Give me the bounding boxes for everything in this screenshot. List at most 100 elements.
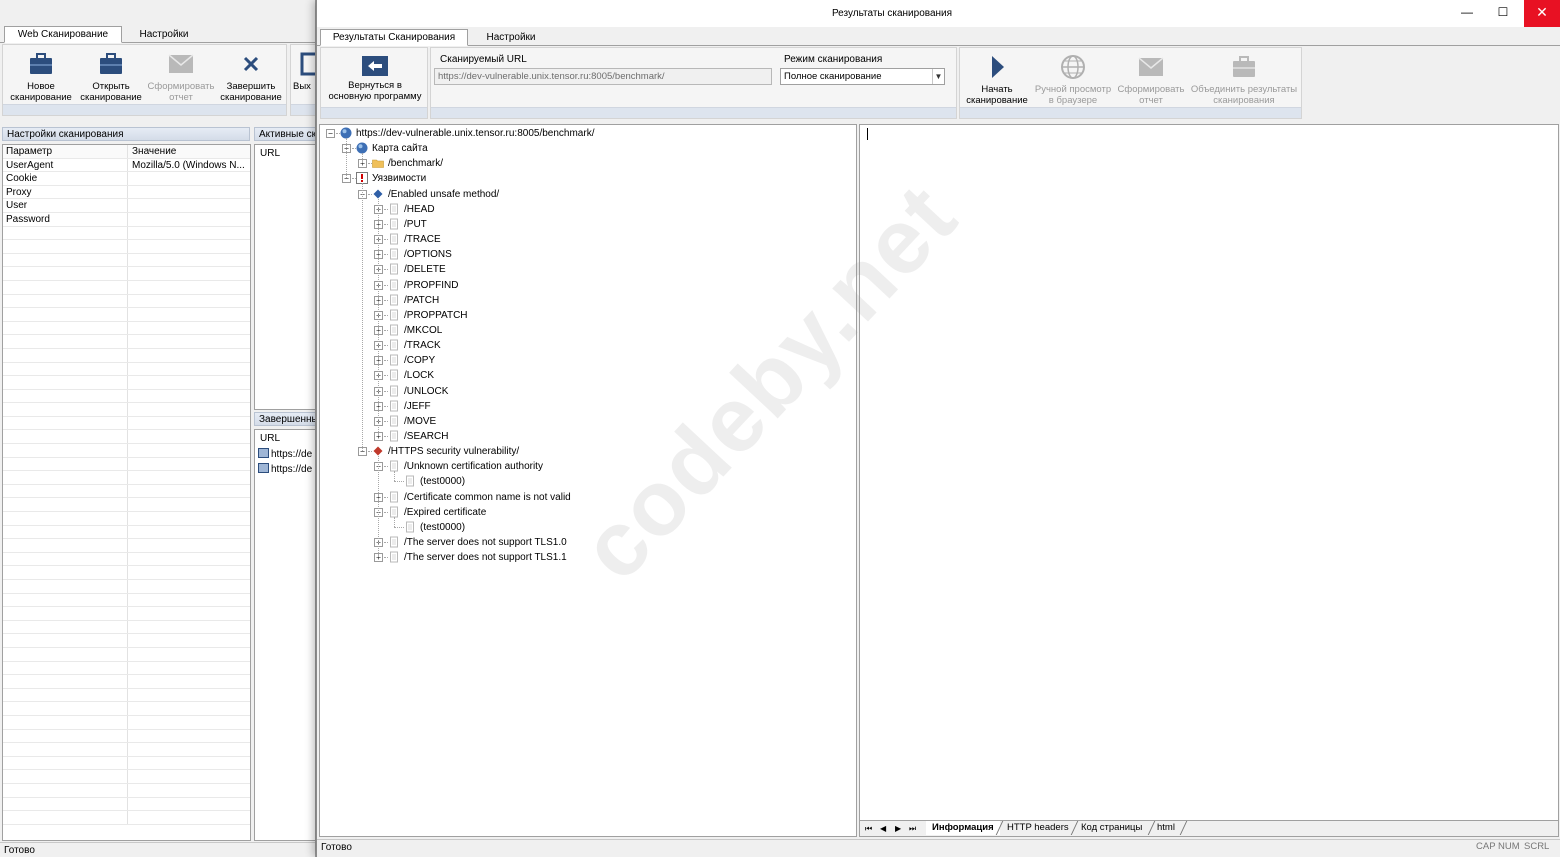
- table-row[interactable]: User: [3, 199, 250, 213]
- num-lock-indicator: NUM: [1498, 841, 1520, 852]
- page-icon: [388, 339, 400, 351]
- tree-node-label: /TRACE: [404, 234, 441, 246]
- table-row[interactable]: Cookie: [3, 172, 250, 186]
- scanned-url-field[interactable]: https://dev-vulnerable.unix.tensor.ru:80…: [434, 68, 772, 85]
- tree-node[interactable]: (test0000): [320, 520, 850, 535]
- fg-tabstrip: Результаты Сканирования Настройки: [317, 27, 1560, 46]
- generate-report-button[interactable]: Сформировать отчет: [1114, 52, 1188, 106]
- window-titlebar[interactable]: Результаты сканирования — ☐ ✕: [317, 0, 1560, 27]
- value-cell[interactable]: [128, 172, 250, 185]
- open-scan-button[interactable]: Открыть сканирование: [75, 49, 147, 103]
- first-tab-icon[interactable]: ⏮: [865, 824, 872, 834]
- column-header-value[interactable]: Значение: [128, 145, 250, 158]
- table-row[interactable]: Proxy: [3, 185, 250, 200]
- tree-node[interactable]: +/JEFF: [320, 399, 850, 414]
- tree-node[interactable]: (test0000): [320, 474, 850, 489]
- last-tab-icon[interactable]: ⏭: [909, 824, 916, 834]
- table-row[interactable]: UserAgent Mozilla/5.0 (Windows N...: [3, 158, 250, 173]
- empty-row: [3, 294, 250, 309]
- tree-node[interactable]: +/DELETE: [320, 262, 850, 277]
- make-report-button[interactable]: Сформировать отчет: [145, 49, 217, 103]
- empty-cell: [128, 621, 250, 634]
- value-cell[interactable]: [128, 186, 250, 199]
- tree-node[interactable]: −/Enabled unsafe method/: [320, 187, 850, 202]
- tab-page-code[interactable]: Код страницы: [1075, 821, 1148, 835]
- tab-http-headers[interactable]: HTTP headers: [1001, 821, 1075, 835]
- next-tab-icon[interactable]: ▶: [895, 824, 901, 833]
- tree-node[interactable]: +/PROPPATCH: [320, 308, 850, 323]
- exit-button[interactable]: Вых: [293, 49, 315, 92]
- tab-scan-results[interactable]: Результаты Сканирования: [320, 29, 468, 46]
- tree-node[interactable]: +/LOCK: [320, 368, 850, 383]
- tree-node-label: /Enabled unsafe method/: [388, 188, 500, 200]
- tab-web-scan[interactable]: Web Сканирование: [4, 26, 122, 43]
- close-button[interactable]: ✕: [1524, 0, 1560, 27]
- tree-node[interactable]: +/TRACK: [320, 338, 850, 353]
- start-scan-button[interactable]: Начать сканирование: [960, 52, 1034, 106]
- tree-node[interactable]: +/benchmark/: [320, 156, 850, 171]
- tree-node[interactable]: −/Unknown certification authority: [320, 459, 850, 474]
- tree-node[interactable]: +/PATCH: [320, 293, 850, 308]
- list-item[interactable]: https://de: [255, 447, 315, 462]
- completed-scans-list[interactable]: URL https://de https://de: [254, 429, 315, 841]
- tree-node[interactable]: +/HEAD: [320, 202, 850, 217]
- tree-node[interactable]: +/The server does not support TLS1.0: [320, 535, 850, 550]
- back-to-main-button[interactable]: Вернуться в основную программу: [321, 56, 429, 102]
- tree-node[interactable]: −/Expired certificate: [320, 505, 850, 520]
- list-item[interactable]: https://de: [255, 462, 315, 477]
- empty-row: [3, 756, 250, 771]
- empty-row: [3, 280, 250, 295]
- tree-node[interactable]: − Уязвимости: [320, 171, 850, 186]
- prev-tab-icon[interactable]: ◀: [880, 824, 886, 833]
- empty-row: [3, 688, 250, 703]
- value-cell[interactable]: [128, 213, 250, 226]
- value-cell[interactable]: [128, 199, 250, 212]
- empty-cell: [128, 227, 250, 240]
- finish-scan-button[interactable]: Завершить сканирование: [215, 49, 287, 103]
- tree-connector: [362, 153, 363, 164]
- tree-node[interactable]: +/UNLOCK: [320, 384, 850, 399]
- tree-node[interactable]: +/OPTIONS: [320, 247, 850, 262]
- collapse-icon[interactable]: −: [326, 129, 335, 138]
- tree-node-label: /MKCOL: [404, 324, 443, 336]
- column-header-param[interactable]: Параметр: [3, 145, 128, 158]
- scan-mode-select[interactable]: Полное сканирование ▼: [780, 68, 945, 85]
- tree-node[interactable]: +/The server does not support TLS1.1: [320, 550, 850, 565]
- tab-html[interactable]: html: [1151, 821, 1181, 835]
- tab-fg-settings[interactable]: Настройки: [469, 29, 553, 46]
- merge-results-button[interactable]: Объединить результаты сканирования: [1188, 52, 1300, 106]
- tree-node[interactable]: +/PROPFIND: [320, 278, 850, 293]
- empty-row: [3, 770, 250, 784]
- browser-view-button[interactable]: Ручной просмотр в браузере: [1032, 52, 1114, 106]
- tree-node[interactable]: +/PUT: [320, 217, 850, 232]
- tree-node[interactable]: − https://dev-vulnerable.unix.tensor.ru:8…: [320, 126, 850, 141]
- tree-node-label: /Expired certificate: [404, 506, 487, 518]
- table-row[interactable]: Password: [3, 212, 250, 227]
- tree-node[interactable]: +/SEARCH: [320, 429, 850, 444]
- exit-label: Вых: [293, 81, 311, 92]
- detail-text-area[interactable]: [859, 124, 1559, 821]
- tree-node[interactable]: − Карта сайта: [320, 141, 850, 156]
- chevron-down-icon[interactable]: ▼: [932, 69, 944, 84]
- new-scan-button[interactable]: Новое сканирование: [5, 49, 77, 103]
- empty-cell: [3, 620, 128, 634]
- value-cell[interactable]: Mozilla/5.0 (Windows N...: [128, 159, 250, 172]
- tab-information[interactable]: Информация: [926, 821, 1000, 835]
- tree-node[interactable]: +/MOVE: [320, 414, 850, 429]
- active-url-column-header[interactable]: URL: [255, 145, 315, 159]
- tree-node[interactable]: +/Certificate common name is not valid: [320, 490, 850, 505]
- tree-node[interactable]: +/TRACE: [320, 232, 850, 247]
- tree-node-label: /OPTIONS: [404, 249, 452, 261]
- completed-url-column-header[interactable]: URL: [255, 430, 315, 447]
- tree-connector: [346, 138, 347, 179]
- tree-node[interactable]: +/MKCOL: [320, 323, 850, 338]
- tree-node[interactable]: +/COPY: [320, 353, 850, 368]
- active-scans-list[interactable]: URL: [254, 144, 315, 410]
- tab-settings[interactable]: Настройки: [124, 26, 204, 43]
- maximize-button[interactable]: ☐: [1485, 0, 1521, 27]
- results-tree[interactable]: − https://dev-vulnerable.unix.tensor.ru:8…: [319, 124, 857, 837]
- minimize-button[interactable]: —: [1449, 0, 1485, 27]
- empty-cell: [128, 730, 250, 743]
- param-cell: Proxy: [3, 185, 128, 199]
- tree-node[interactable]: −/HTTPS security vulnerability/: [320, 444, 850, 459]
